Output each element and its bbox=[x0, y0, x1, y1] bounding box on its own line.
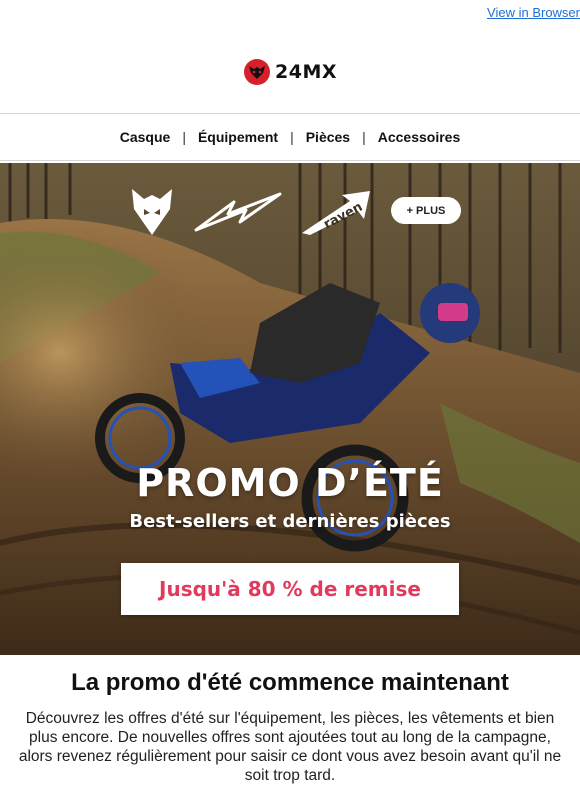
view-in-browser-link[interactable]: View in Browser bbox=[487, 5, 580, 20]
svg-text:raven: raven bbox=[321, 200, 365, 233]
raven-logo-icon: raven bbox=[302, 191, 370, 235]
nav-item-casque[interactable]: Casque bbox=[108, 129, 183, 145]
more-brands-button[interactable]: + PLUS bbox=[391, 197, 461, 224]
hero-banner[interactable]: raven + PLUS PROMO D’ÉTÉ Best-sellers et… bbox=[0, 163, 580, 655]
fox-logo-icon bbox=[132, 189, 172, 235]
section-title: La promo d'été commence maintenant bbox=[71, 669, 509, 696]
nav-item-pieces[interactable]: Pièces bbox=[294, 129, 362, 145]
logo-row: 24MX bbox=[0, 30, 580, 113]
logo-text: 24MX bbox=[275, 60, 337, 83]
nav-item-equipement[interactable]: Équipement bbox=[186, 129, 290, 145]
brand-logos: raven bbox=[128, 185, 372, 239]
brand-logo[interactable]: 24MX bbox=[243, 58, 337, 86]
category-nav: Casque | Équipement | Pièces | Accessoir… bbox=[0, 113, 580, 161]
alpinestars-logo-icon bbox=[194, 192, 282, 232]
top-bar: View in Browser bbox=[0, 0, 580, 30]
nav-item-accessoires[interactable]: Accessoires bbox=[366, 129, 473, 145]
24mx-fox-head-icon bbox=[244, 58, 270, 85]
discount-cta-button[interactable]: Jusqu'à 80 % de remise bbox=[121, 563, 459, 615]
hero-headline: PROMO D’ÉTÉ bbox=[136, 461, 444, 505]
hero-subline: Best-sellers et dernières pièces bbox=[129, 511, 451, 532]
